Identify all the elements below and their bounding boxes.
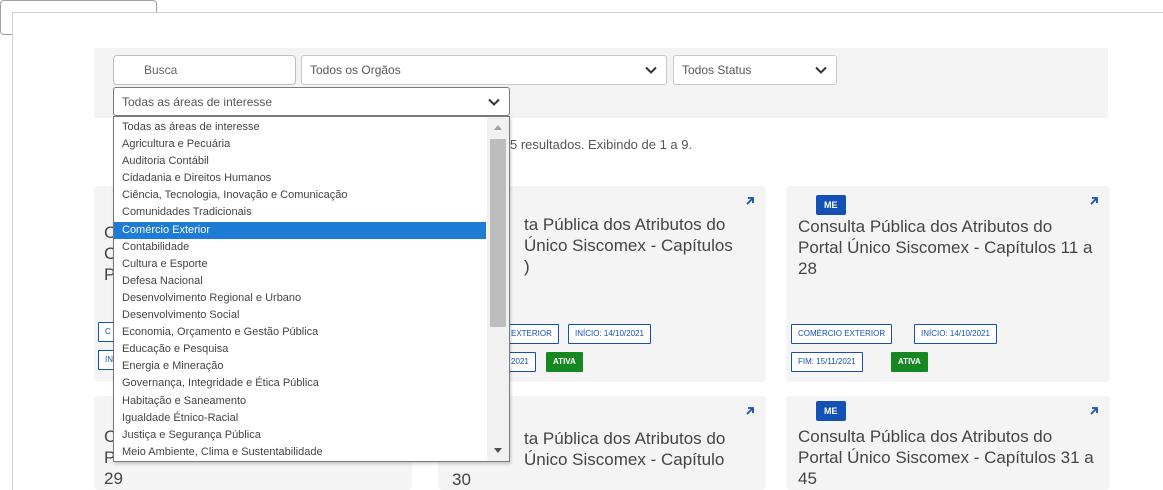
- dropdown-option[interactable]: Contabilidade: [114, 239, 486, 256]
- scrollbar-thumb[interactable]: [490, 139, 506, 327]
- dropdown-option[interactable]: Todas as áreas de interesse: [114, 119, 486, 136]
- search-input[interactable]: Busca: [113, 55, 296, 85]
- orgaos-select-value: Todos os Orgãos: [310, 63, 401, 77]
- dropdown-option[interactable]: Justiça e Segurança Pública: [114, 427, 486, 444]
- dropdown-option[interactable]: Meio Ambiente, Clima e Sustentabilidade: [114, 444, 486, 461]
- areas-select[interactable]: Todas as áreas de interesse: [113, 87, 510, 116]
- scroll-down-icon[interactable]: [487, 443, 509, 459]
- dropdown-option[interactable]: Habitação e Saneamento: [114, 393, 486, 410]
- card-title: ta Pública dos Atributos do Único Siscom…: [524, 429, 726, 469]
- area-tag[interactable]: EXTERIOR: [504, 324, 559, 344]
- end-date-tag: FIM: 15/11/2021: [791, 352, 863, 372]
- areas-select-value: Todas as áreas de interesse: [122, 94, 273, 109]
- card-title-line: 29: [104, 469, 123, 488]
- orgaos-select[interactable]: Todos os Orgãos: [301, 55, 667, 85]
- chevron-down-icon: [487, 95, 501, 109]
- search-input-text: Busca: [144, 63, 178, 77]
- status-badge: ATIVA: [891, 352, 928, 372]
- dropdown-option[interactable]: Economia, Orçamento e Gestão Pública: [114, 324, 486, 341]
- external-link-icon[interactable]: [1088, 404, 1100, 416]
- card-title: Consulta Pública dos Atributos do Portal…: [798, 427, 1094, 488]
- external-link-icon[interactable]: [1088, 194, 1100, 206]
- card-title-line: ): [524, 257, 530, 276]
- dropdown-option[interactable]: Desenvolvimento Regional e Urbano: [114, 290, 486, 307]
- consultation-card[interactable]: ME Consulta Pública dos Atributos do Por…: [786, 186, 1110, 382]
- dropdown-option[interactable]: Auditoria Contábil: [114, 153, 486, 170]
- consultation-card[interactable]: ME Consulta Pública dos Atributos do Por…: [786, 396, 1110, 490]
- start-date-tag: INÍCIO: 14/10/2021: [568, 324, 651, 344]
- chevron-down-icon: [644, 63, 658, 77]
- areas-dropdown-list[interactable]: Todas as áreas de interesse Agricultura e…: [113, 116, 510, 462]
- area-tag[interactable]: COMÉRCIO EXTERIOR: [791, 324, 893, 344]
- dropdown-option[interactable]: Desenvolvimento Social: [114, 307, 486, 324]
- status-badge: ATIVA: [546, 352, 583, 372]
- dropdown-option[interactable]: Educação e Pesquisa: [114, 341, 486, 358]
- dropdown-option[interactable]: Cidadania e Direitos Humanos: [114, 170, 486, 187]
- external-link-icon[interactable]: [744, 194, 756, 206]
- status-select[interactable]: Todos Status: [673, 55, 837, 85]
- org-badge: ME: [816, 195, 846, 215]
- org-badge: ME: [816, 401, 846, 421]
- dropdown-option[interactable]: Governança, Integridade e Ética Pública: [114, 375, 486, 392]
- dropdown-scrollbar[interactable]: [487, 117, 509, 461]
- card-title-line: 30: [452, 470, 471, 489]
- dropdown-option[interactable]: Agricultura e Pecuária: [114, 136, 486, 153]
- dropdown-option[interactable]: Defesa Nacional: [114, 273, 486, 290]
- dropdown-option[interactable]: Energia e Mineração: [114, 358, 486, 375]
- start-date-tag: INÍCIO: 14/10/2021: [914, 324, 997, 344]
- dropdown-option[interactable]: Cultura e Esporte: [114, 256, 486, 273]
- scroll-up-icon[interactable]: [487, 119, 509, 135]
- dropdown-option[interactable]: Igualdade Étnico-Racial: [114, 410, 486, 427]
- external-link-icon[interactable]: [744, 404, 756, 416]
- status-select-value: Todos Status: [682, 63, 752, 77]
- card-title: ta Pública dos Atributos do Único Siscom…: [524, 215, 733, 255]
- results-count: 5 resultados. Exibindo de 1 a 9.: [510, 137, 693, 152]
- card-title: Consulta Pública dos Atributos do Portal…: [798, 217, 1093, 278]
- dropdown-option[interactable]: Ciência, Tecnologia, Inovação e Comunica…: [114, 187, 486, 204]
- chevron-down-icon: [814, 63, 828, 77]
- dropdown-option[interactable]: Comércio Exterior: [114, 221, 486, 239]
- areas-dropdown-options: Todas as áreas de interesse Agricultura e…: [114, 119, 486, 461]
- dropdown-option[interactable]: Comunidades Tradicionais: [114, 204, 486, 221]
